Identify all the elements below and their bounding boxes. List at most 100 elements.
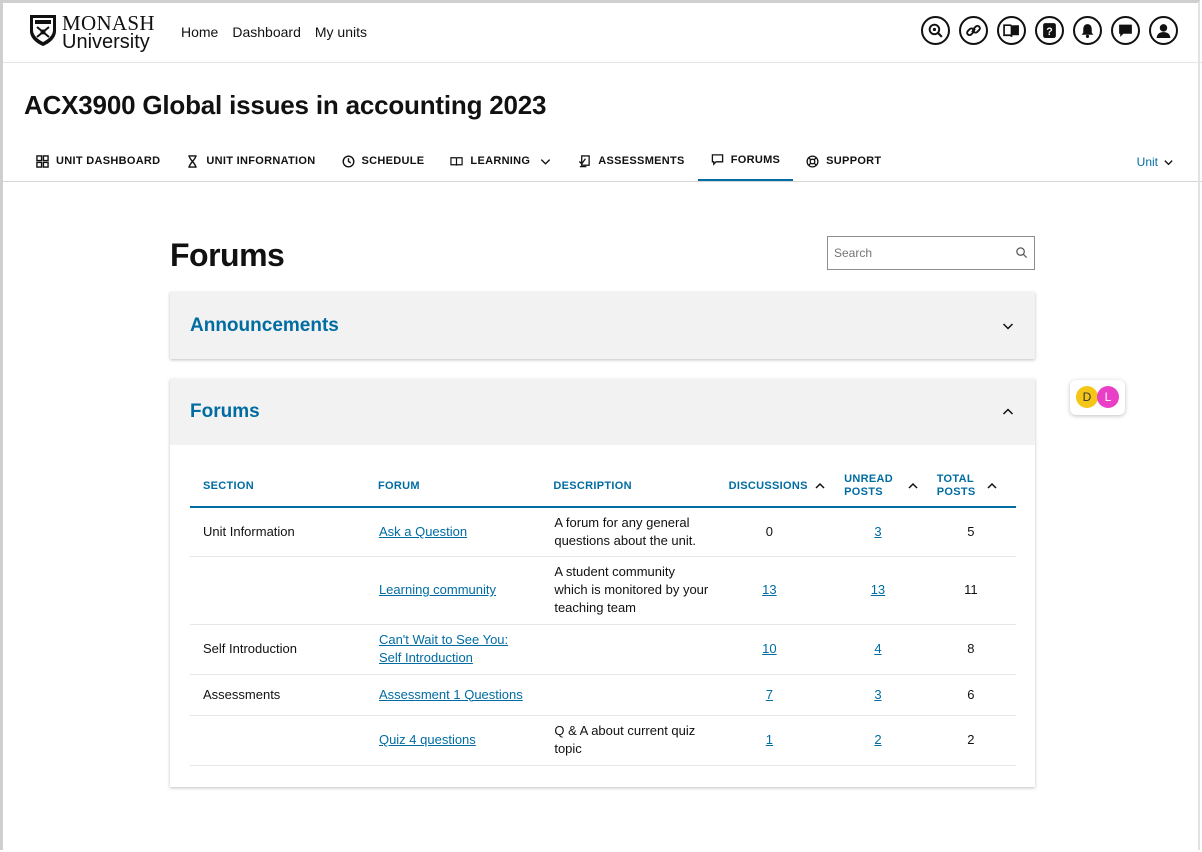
link-icon[interactable] xyxy=(959,16,988,45)
table-row: Learning community A student community w… xyxy=(190,556,1016,625)
total-label-1: TOTAL xyxy=(936,473,974,485)
lifebuoy-icon xyxy=(806,154,819,168)
tab-unit-information[interactable]: UNIT INFORNATION xyxy=(173,140,328,182)
announcements-title: Announcements xyxy=(190,314,339,336)
cell-discussions: 0 xyxy=(719,507,839,557)
table-row: Self Introduction Can't Wait to See You:… xyxy=(190,624,1016,675)
avatar[interactable]: L xyxy=(1097,386,1119,408)
forum-link[interactable]: Assessment 1 Questions xyxy=(379,687,523,702)
tab-label: LEARNING xyxy=(470,155,531,167)
forums-panel: Forums SECTION FORUM DESCRIPTION DISCUSS… xyxy=(170,379,1035,787)
forums-table: SECTION FORUM DESCRIPTION DISCUSSIONS UN… xyxy=(190,466,1016,766)
unread-link[interactable]: 3 xyxy=(874,687,881,702)
tab-label: ASSESSMENTS xyxy=(598,155,685,167)
discussions-link[interactable]: 7 xyxy=(766,687,773,702)
bell-icon[interactable] xyxy=(1073,16,1102,45)
monash-logo[interactable]: MONASH University xyxy=(28,13,155,52)
table-row: Unit Information Ask a Question A forum … xyxy=(190,507,1016,557)
nav-my-units[interactable]: My units xyxy=(315,24,367,40)
unit-dropdown[interactable]: Unit xyxy=(1137,155,1174,169)
cell-total: 6 xyxy=(928,674,1016,716)
clock-icon xyxy=(342,155,355,167)
col-forum: FORUM xyxy=(377,466,554,508)
crest-icon xyxy=(30,15,56,46)
chevron-down-icon[interactable] xyxy=(1001,319,1015,333)
help-icon[interactable]: ? xyxy=(1035,16,1064,45)
table-row: Assessments Assessment 1 Questions 7 3 6 xyxy=(190,674,1016,716)
svg-text:?: ? xyxy=(1046,26,1052,38)
tab-label: UNIT DASHBOARD xyxy=(56,155,161,167)
book-icon[interactable] xyxy=(997,16,1026,45)
unread-link[interactable]: 13 xyxy=(871,582,885,597)
presence-indicator[interactable]: D L xyxy=(1070,380,1125,415)
unread-link[interactable]: 4 xyxy=(874,641,881,656)
cell-description: A student community which is monitored b… xyxy=(553,556,720,625)
announcements-header[interactable]: Announcements xyxy=(170,292,1035,359)
col-description: DESCRIPTION xyxy=(553,466,720,508)
tab-label: FORUMS xyxy=(730,153,781,166)
total-label-2: POSTS xyxy=(936,486,976,498)
cell-total: 11 xyxy=(928,556,1016,625)
forums-header[interactable]: Forums xyxy=(170,379,1035,445)
unit-dropdown-label: Unit xyxy=(1136,155,1158,169)
tab-divider xyxy=(0,181,1202,182)
discussions-link[interactable]: 1 xyxy=(766,732,773,747)
search-icon[interactable] xyxy=(1015,246,1028,259)
tab-schedule[interactable]: SCHEDULE xyxy=(329,140,438,182)
cell-section: Self Introduction xyxy=(190,624,378,675)
forum-link[interactable]: Ask a Question xyxy=(379,524,467,539)
discussions-link[interactable]: 13 xyxy=(762,582,776,597)
search-input[interactable] xyxy=(827,236,1035,270)
cell-section xyxy=(190,556,378,625)
tab-label: UNIT INFORNATION xyxy=(206,155,316,167)
top-bar: MONASH University Home Dashboard My unit… xyxy=(0,0,1202,63)
cell-total: 5 xyxy=(928,507,1016,557)
chevron-down-icon xyxy=(1164,159,1173,165)
unread-label-1: UNREAD xyxy=(844,473,893,485)
forums-title: Forums xyxy=(190,401,260,422)
table-header-row: SECTION FORUM DESCRIPTION DISCUSSIONS UN… xyxy=(190,466,1016,508)
cell-section: Unit Information xyxy=(190,507,378,557)
unit-tabs: UNIT DASHBOARD UNIT INFORNATION SCHEDULE… xyxy=(24,140,894,182)
tab-unit-dashboard[interactable]: UNIT DASHBOARD xyxy=(24,140,173,182)
tab-assessments[interactable]: ASSESSMENTS xyxy=(565,140,697,182)
tab-label: SUPPORT xyxy=(826,155,882,167)
forum-link[interactable]: Can't Wait to See You: Self Introduction xyxy=(379,632,508,665)
col-total[interactable]: TOTAL POSTS xyxy=(928,466,1016,508)
book-open-icon xyxy=(450,156,464,166)
tab-label: SCHEDULE xyxy=(361,155,425,167)
forum-link[interactable]: Learning community xyxy=(379,582,496,597)
col-section: SECTION xyxy=(190,466,378,508)
nav-home[interactable]: Home xyxy=(181,24,218,40)
forum-link[interactable]: Quiz 4 questions xyxy=(379,732,476,747)
table-row: Quiz 4 questions Q & A about current qui… xyxy=(190,715,1016,766)
col-discussions[interactable]: DISCUSSIONS xyxy=(719,466,839,508)
profile-icon[interactable] xyxy=(1149,16,1178,45)
col-unread[interactable]: UNREAD POSTS xyxy=(838,466,929,508)
tab-learning[interactable]: LEARNING xyxy=(437,140,565,182)
page-title: Forums xyxy=(170,237,285,273)
nav-dashboard[interactable]: Dashboard xyxy=(232,24,301,40)
cell-section xyxy=(190,715,378,766)
announcements-panel: Announcements xyxy=(170,292,1035,359)
avatar[interactable]: D xyxy=(1076,386,1098,408)
unread-link[interactable]: 3 xyxy=(874,524,881,539)
top-icons: ? xyxy=(921,16,1178,45)
accessibility-icon[interactable] xyxy=(921,16,950,45)
discussions-label: DISCUSSIONS xyxy=(728,480,808,492)
chat-icon[interactable] xyxy=(1111,16,1140,45)
unread-link[interactable]: 2 xyxy=(874,732,881,747)
tab-forums[interactable]: FORUMS xyxy=(697,140,794,182)
logo-line2: University xyxy=(62,31,150,53)
chevron-up-icon xyxy=(908,482,918,489)
cell-description xyxy=(553,674,720,716)
chevron-down-icon xyxy=(541,158,551,165)
hourglass-icon xyxy=(188,154,198,168)
chevron-up-icon[interactable] xyxy=(1001,405,1015,419)
unread-label-2: POSTS xyxy=(844,486,883,498)
tab-support[interactable]: SUPPORT xyxy=(793,140,894,182)
cell-total: 2 xyxy=(928,715,1016,766)
assessment-icon xyxy=(579,154,591,167)
cell-description xyxy=(553,624,720,675)
discussions-link[interactable]: 10 xyxy=(762,641,776,656)
